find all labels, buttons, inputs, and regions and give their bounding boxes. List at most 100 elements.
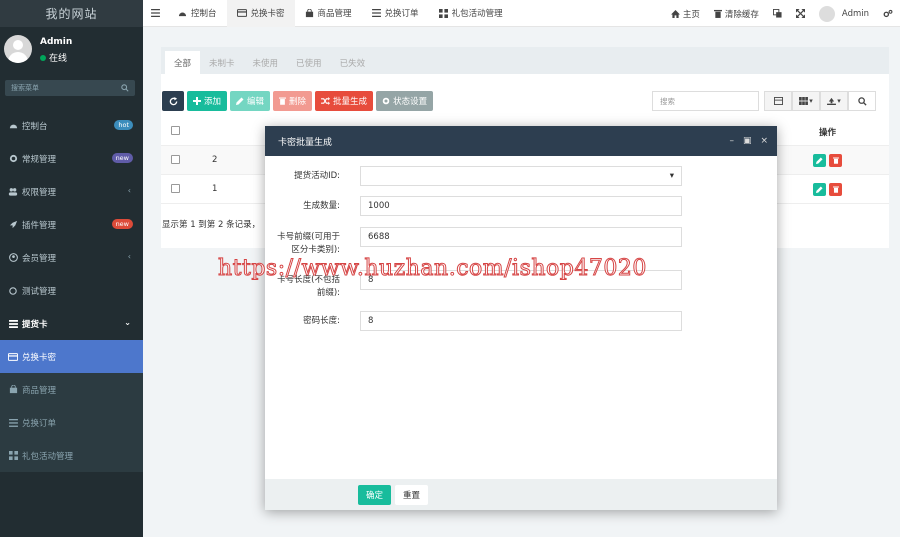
sidebar: 我的网站 Admin 在线 搜索菜单 控制台 hot 常规管理 new 权限管理… xyxy=(0,0,143,537)
batch-generate-dialog: 卡密批量生成 – ▣ × 提货活动ID: ▾ 生成数量: 1000 卡号前缀(可… xyxy=(265,126,777,510)
tab-gift-events[interactable]: 礼包活动管理 xyxy=(429,0,513,27)
language-icon xyxy=(772,9,782,18)
credit-card-icon xyxy=(7,352,19,361)
tab-orders[interactable]: 兑换订单 xyxy=(362,0,429,27)
close-icon[interactable]: × xyxy=(760,136,768,146)
edit-label: 编辑 xyxy=(247,97,265,107)
credit-card-icon xyxy=(236,9,247,17)
tab-products[interactable]: 商品管理 xyxy=(295,0,362,27)
sidebar-item-dashboard[interactable]: 控制台 hot xyxy=(0,109,143,142)
new-badge: new xyxy=(111,219,133,229)
sidebar-item-general[interactable]: 常规管理 new xyxy=(0,142,143,175)
card-prefix-input[interactable]: 6688 xyxy=(360,227,682,247)
settings-button[interactable] xyxy=(876,0,900,27)
tab-expired[interactable]: 已失效 xyxy=(331,51,375,74)
sidebar-item-label: 会员管理 xyxy=(22,253,57,264)
sidebar-item-redeem-cards[interactable]: 兑换卡密 xyxy=(0,340,143,373)
users-icon xyxy=(7,187,19,196)
sidebar-menu: 控制台 hot 常规管理 new 权限管理 ‹ 插件管理 new 会员管理 ‹ … xyxy=(0,109,143,472)
row-checkbox[interactable] xyxy=(171,184,180,193)
sidebar-search-input[interactable]: 搜索菜单 xyxy=(5,80,135,96)
user-panel: Admin 在线 xyxy=(0,27,143,73)
shopping-bag-icon xyxy=(305,8,314,18)
sidebar-item-permissions[interactable]: 权限管理 ‹ xyxy=(0,175,143,208)
sidebar-item-test[interactable]: 测试管理 xyxy=(0,274,143,307)
cogs-icon xyxy=(7,154,19,163)
tab-dashboard[interactable]: 控制台 xyxy=(168,0,227,27)
tab-label: 兑换订单 xyxy=(384,9,419,19)
status-tabs: 全部 未制卡 未使用 已使用 已失效 xyxy=(161,47,889,74)
sidebar-item-pickup-card[interactable]: 提货卡 ⌄ xyxy=(0,307,143,340)
batch-generate-label: 批量生成 xyxy=(333,97,368,107)
sidebar-toggle-button[interactable] xyxy=(143,0,168,27)
row-actions xyxy=(813,183,842,196)
clear-cache-button[interactable]: 清除缓存 xyxy=(707,0,766,27)
activity-id-select[interactable]: ▾ xyxy=(360,166,682,186)
trash-icon xyxy=(279,97,287,105)
sidebar-item-label: 控制台 xyxy=(22,121,48,132)
home-icon xyxy=(670,9,680,18)
sidebar-item-members[interactable]: 会员管理 ‹ xyxy=(0,241,143,274)
trash-icon xyxy=(832,186,839,193)
tab-all[interactable]: 全部 xyxy=(165,51,201,74)
delete-button[interactable]: 删除 xyxy=(273,91,313,111)
sidebar-item-label: 兑换订单 xyxy=(22,418,57,429)
row-checkbox[interactable] xyxy=(171,155,180,164)
delete-label: 删除 xyxy=(289,97,307,107)
search-icon xyxy=(857,96,867,106)
add-button[interactable]: 添加 xyxy=(187,91,228,111)
toggle-view-button[interactable] xyxy=(764,91,792,111)
row-edit-button[interactable] xyxy=(813,154,826,167)
minimize-icon[interactable]: – xyxy=(729,136,734,146)
row-delete-button[interactable] xyxy=(829,154,842,167)
sidebar-item-label: 礼包活动管理 xyxy=(22,451,74,462)
row-edit-button[interactable] xyxy=(813,183,826,196)
advanced-search-button[interactable] xyxy=(848,91,876,111)
batch-generate-button[interactable]: 批量生成 xyxy=(315,91,374,111)
tab-used[interactable]: 已使用 xyxy=(287,51,331,74)
quantity-input[interactable]: 1000 xyxy=(360,196,682,216)
maximize-icon[interactable]: ▣ xyxy=(743,136,752,146)
tab-unused[interactable]: 未使用 xyxy=(244,51,288,74)
sidebar-item-orders[interactable]: 兑换订单 xyxy=(0,406,143,439)
export-icon xyxy=(827,97,837,105)
chevron-left-icon: ‹ xyxy=(127,186,131,195)
columns-button[interactable]: ▾ xyxy=(792,91,820,111)
home-link[interactable]: 主页 xyxy=(664,0,707,27)
reset-button[interactable]: 重置 xyxy=(395,484,429,505)
sidebar-item-gift-events[interactable]: 礼包活动管理 xyxy=(0,439,143,472)
top-navbar: 控制台 兑换卡密 商品管理 兑换订单 礼包活动管理 主页 清除缓存 Admin xyxy=(143,0,900,27)
sidebar-item-label: 权限管理 xyxy=(22,187,57,198)
plus-icon xyxy=(193,97,201,105)
chevron-left-icon: ‹ xyxy=(127,252,131,261)
edit-button[interactable]: 编辑 xyxy=(230,91,271,111)
select-all-checkbox[interactable] xyxy=(171,126,180,135)
sidebar-item-plugins[interactable]: 插件管理 new xyxy=(0,208,143,241)
dialog-title: 卡密批量生成 xyxy=(278,137,333,148)
refresh-button[interactable] xyxy=(162,91,184,111)
translate-button[interactable] xyxy=(766,0,789,27)
export-button[interactable]: ▾ xyxy=(820,91,848,111)
status-settings-button[interactable]: 状态设置 xyxy=(376,91,434,111)
confirm-button[interactable]: 确定 xyxy=(358,484,392,505)
pencil-icon xyxy=(236,97,244,105)
status-settings-label: 状态设置 xyxy=(393,97,428,107)
fullscreen-button[interactable] xyxy=(789,0,812,27)
table-search-input[interactable]: 搜索 xyxy=(652,91,759,111)
user-status-text: 在线 xyxy=(49,54,68,64)
rocket-icon xyxy=(7,220,19,229)
password-length-input[interactable]: 8 xyxy=(360,311,682,331)
row-actions xyxy=(813,154,842,167)
pagination-info: 显示第 1 到第 2 条记录， xyxy=(162,220,261,230)
field-label: 生成数量: xyxy=(303,201,340,211)
bars-icon xyxy=(7,418,19,427)
tab-redeem-cards[interactable]: 兑换卡密 xyxy=(226,0,295,27)
row-delete-button[interactable] xyxy=(829,183,842,196)
topnav-right: 主页 清除缓存 Admin xyxy=(664,0,900,27)
admin-menu[interactable]: Admin xyxy=(812,0,876,27)
site-brand[interactable]: 我的网站 xyxy=(0,0,143,27)
search-icon[interactable] xyxy=(121,84,129,92)
sidebar-item-products[interactable]: 商品管理 xyxy=(0,373,143,406)
tab-not-made[interactable]: 未制卡 xyxy=(200,51,244,74)
dashboard-icon xyxy=(178,9,187,17)
